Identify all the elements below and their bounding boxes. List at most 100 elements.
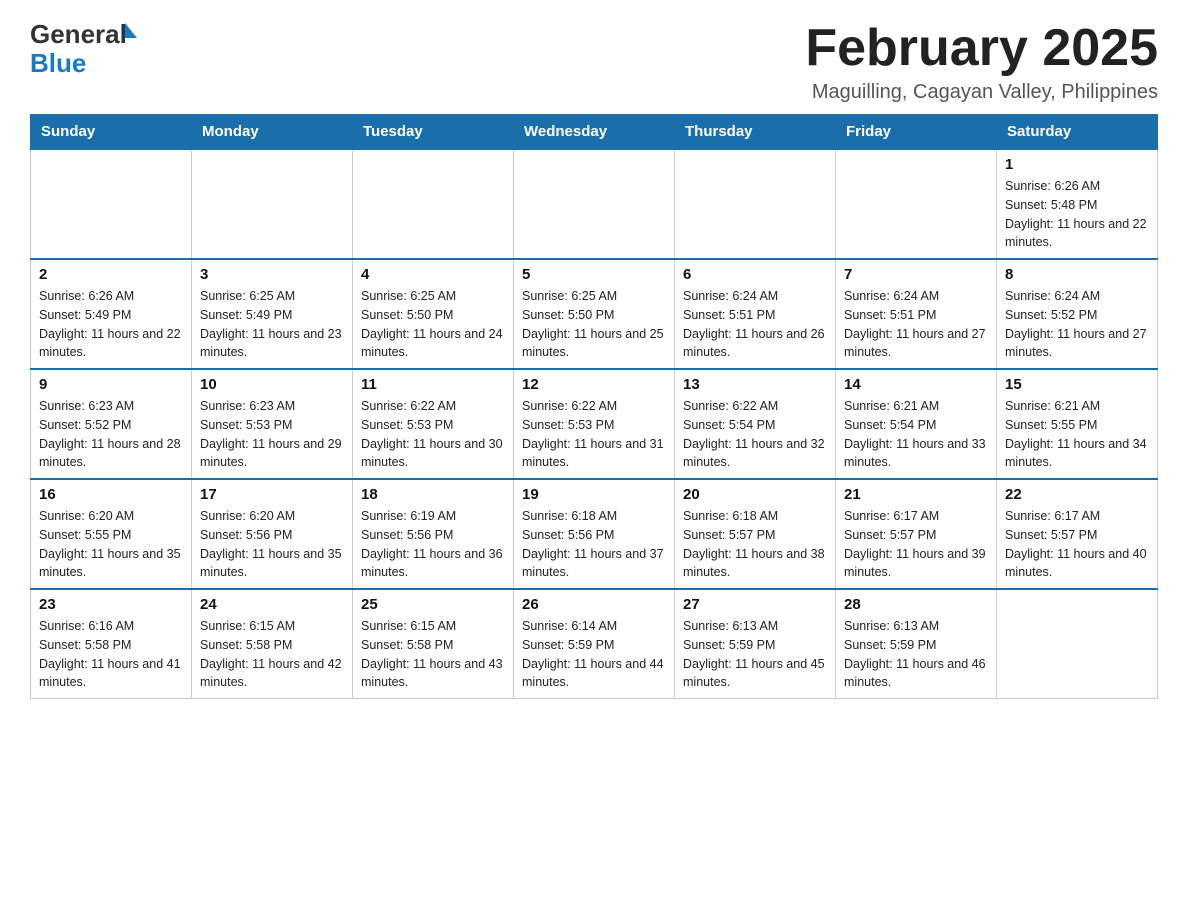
calendar-cell: 17 Sunrise: 6:20 AM Sunset: 5:56 PM Dayli… xyxy=(192,479,353,589)
day-number: 18 xyxy=(361,486,505,503)
column-header-friday: Friday xyxy=(836,115,997,150)
calendar-header-row: SundayMondayTuesdayWednesdayThursdayFrid… xyxy=(31,115,1158,150)
day-number: 17 xyxy=(200,486,344,503)
day-number: 10 xyxy=(200,376,344,393)
column-header-thursday: Thursday xyxy=(675,115,836,150)
calendar-cell xyxy=(192,149,353,259)
day-number: 27 xyxy=(683,596,827,613)
location-title: Maguilling, Cagayan Valley, Philippines xyxy=(805,81,1158,104)
day-info: Sunrise: 6:17 AM Sunset: 5:57 PM Dayligh… xyxy=(844,507,988,582)
calendar-cell xyxy=(675,149,836,259)
calendar-cell: 12 Sunrise: 6:22 AM Sunset: 5:53 PM Dayli… xyxy=(514,369,675,479)
calendar-cell: 25 Sunrise: 6:15 AM Sunset: 5:58 PM Dayli… xyxy=(353,589,514,699)
day-info: Sunrise: 6:13 AM Sunset: 5:59 PM Dayligh… xyxy=(683,617,827,692)
day-number: 19 xyxy=(522,486,666,503)
calendar-cell: 10 Sunrise: 6:23 AM Sunset: 5:53 PM Dayli… xyxy=(192,369,353,479)
day-number: 16 xyxy=(39,486,183,503)
day-number: 23 xyxy=(39,596,183,613)
logo: General Blue xyxy=(30,20,137,77)
calendar-cell xyxy=(514,149,675,259)
day-info: Sunrise: 6:21 AM Sunset: 5:54 PM Dayligh… xyxy=(844,397,988,472)
calendar-cell: 13 Sunrise: 6:22 AM Sunset: 5:54 PM Dayli… xyxy=(675,369,836,479)
calendar-cell: 5Sunrise: 6:25 AM Sunset: 5:50 PM Daylig… xyxy=(514,259,675,369)
day-number: 7 xyxy=(844,266,988,283)
calendar-cell: 6 Sunrise: 6:24 AM Sunset: 5:51 PM Daylig… xyxy=(675,259,836,369)
day-info: Sunrise: 6:25 AM Sunset: 5:49 PM Dayligh… xyxy=(200,287,344,362)
calendar-cell: 26 Sunrise: 6:14 AM Sunset: 5:59 PM Dayli… xyxy=(514,589,675,699)
day-info: Sunrise: 6:15 AM Sunset: 5:58 PM Dayligh… xyxy=(361,617,505,692)
day-info: Sunrise: 6:23 AM Sunset: 5:52 PM Dayligh… xyxy=(39,397,183,472)
calendar-cell xyxy=(836,149,997,259)
calendar-cell: 14 Sunrise: 6:21 AM Sunset: 5:54 PM Dayli… xyxy=(836,369,997,479)
day-info: Sunrise: 6:18 AM Sunset: 5:57 PM Dayligh… xyxy=(683,507,827,582)
day-number: 25 xyxy=(361,596,505,613)
day-number: 6 xyxy=(683,266,827,283)
day-info: Sunrise: 6:20 AM Sunset: 5:56 PM Dayligh… xyxy=(200,507,344,582)
day-number: 5 xyxy=(522,266,666,283)
week-row-1: 1 Sunrise: 6:26 AM Sunset: 5:48 PM Daylig… xyxy=(31,149,1158,259)
day-info: Sunrise: 6:24 AM Sunset: 5:51 PM Dayligh… xyxy=(683,287,827,362)
day-info: Sunrise: 6:26 AM Sunset: 5:49 PM Dayligh… xyxy=(39,287,183,362)
day-info: Sunrise: 6:22 AM Sunset: 5:54 PM Dayligh… xyxy=(683,397,827,472)
day-number: 12 xyxy=(522,376,666,393)
logo-triangle-icon xyxy=(125,23,137,38)
calendar-cell: 21 Sunrise: 6:17 AM Sunset: 5:57 PM Dayli… xyxy=(836,479,997,589)
day-info: Sunrise: 6:17 AM Sunset: 5:57 PM Dayligh… xyxy=(1005,507,1149,582)
day-number: 14 xyxy=(844,376,988,393)
column-header-saturday: Saturday xyxy=(997,115,1158,150)
calendar-cell: 22Sunrise: 6:17 AM Sunset: 5:57 PM Dayli… xyxy=(997,479,1158,589)
calendar-cell: 1 Sunrise: 6:26 AM Sunset: 5:48 PM Daylig… xyxy=(997,149,1158,259)
day-info: Sunrise: 6:15 AM Sunset: 5:58 PM Dayligh… xyxy=(200,617,344,692)
day-number: 13 xyxy=(683,376,827,393)
calendar-cell xyxy=(997,589,1158,699)
calendar-cell: 4 Sunrise: 6:25 AM Sunset: 5:50 PM Daylig… xyxy=(353,259,514,369)
day-info: Sunrise: 6:20 AM Sunset: 5:55 PM Dayligh… xyxy=(39,507,183,582)
day-number: 24 xyxy=(200,596,344,613)
day-number: 8 xyxy=(1005,266,1149,283)
calendar-cell: 18 Sunrise: 6:19 AM Sunset: 5:56 PM Dayli… xyxy=(353,479,514,589)
calendar-cell: 24 Sunrise: 6:15 AM Sunset: 5:58 PM Dayli… xyxy=(192,589,353,699)
day-number: 9 xyxy=(39,376,183,393)
calendar-cell: 2 Sunrise: 6:26 AM Sunset: 5:49 PM Daylig… xyxy=(31,259,192,369)
day-info: Sunrise: 6:21 AM Sunset: 5:55 PM Dayligh… xyxy=(1005,397,1149,472)
day-info: Sunrise: 6:25 AM Sunset: 5:50 PM Dayligh… xyxy=(361,287,505,362)
day-info: Sunrise: 6:24 AM Sunset: 5:52 PM Dayligh… xyxy=(1005,287,1149,362)
day-info: Sunrise: 6:26 AM Sunset: 5:48 PM Dayligh… xyxy=(1005,177,1149,252)
day-number: 11 xyxy=(361,376,505,393)
day-info: Sunrise: 6:18 AM Sunset: 5:56 PM Dayligh… xyxy=(522,507,666,582)
week-row-3: 9 Sunrise: 6:23 AM Sunset: 5:52 PM Daylig… xyxy=(31,369,1158,479)
calendar-cell: 28Sunrise: 6:13 AM Sunset: 5:59 PM Dayli… xyxy=(836,589,997,699)
day-number: 3 xyxy=(200,266,344,283)
page-header: General Blue February 2025 Maguilling, C… xyxy=(30,20,1158,104)
day-info: Sunrise: 6:14 AM Sunset: 5:59 PM Dayligh… xyxy=(522,617,666,692)
day-info: Sunrise: 6:24 AM Sunset: 5:51 PM Dayligh… xyxy=(844,287,988,362)
calendar-cell xyxy=(31,149,192,259)
day-number: 1 xyxy=(1005,156,1149,173)
calendar-cell: 16 Sunrise: 6:20 AM Sunset: 5:55 PM Dayli… xyxy=(31,479,192,589)
day-number: 21 xyxy=(844,486,988,503)
day-info: Sunrise: 6:22 AM Sunset: 5:53 PM Dayligh… xyxy=(361,397,505,472)
month-title: February 2025 xyxy=(805,20,1158,77)
calendar-cell: 19 Sunrise: 6:18 AM Sunset: 5:56 PM Dayli… xyxy=(514,479,675,589)
week-row-2: 2 Sunrise: 6:26 AM Sunset: 5:49 PM Daylig… xyxy=(31,259,1158,369)
logo-blue-text: Blue xyxy=(30,48,86,78)
calendar-table: SundayMondayTuesdayWednesdayThursdayFrid… xyxy=(30,114,1158,699)
day-info: Sunrise: 6:13 AM Sunset: 5:59 PM Dayligh… xyxy=(844,617,988,692)
day-number: 20 xyxy=(683,486,827,503)
day-number: 26 xyxy=(522,596,666,613)
day-info: Sunrise: 6:22 AM Sunset: 5:53 PM Dayligh… xyxy=(522,397,666,472)
day-number: 2 xyxy=(39,266,183,283)
calendar-cell: 27 Sunrise: 6:13 AM Sunset: 5:59 PM Dayli… xyxy=(675,589,836,699)
calendar-cell: 23 Sunrise: 6:16 AM Sunset: 5:58 PM Dayli… xyxy=(31,589,192,699)
logo-general-text: General xyxy=(30,20,127,49)
week-row-4: 16 Sunrise: 6:20 AM Sunset: 5:55 PM Dayli… xyxy=(31,479,1158,589)
day-number: 4 xyxy=(361,266,505,283)
calendar-cell: 8 Sunrise: 6:24 AM Sunset: 5:52 PM Daylig… xyxy=(997,259,1158,369)
day-number: 15 xyxy=(1005,376,1149,393)
column-header-wednesday: Wednesday xyxy=(514,115,675,150)
day-info: Sunrise: 6:16 AM Sunset: 5:58 PM Dayligh… xyxy=(39,617,183,692)
week-row-5: 23 Sunrise: 6:16 AM Sunset: 5:58 PM Dayli… xyxy=(31,589,1158,699)
title-block: February 2025 Maguilling, Cagayan Valley… xyxy=(805,20,1158,104)
day-info: Sunrise: 6:19 AM Sunset: 5:56 PM Dayligh… xyxy=(361,507,505,582)
day-info: Sunrise: 6:23 AM Sunset: 5:53 PM Dayligh… xyxy=(200,397,344,472)
